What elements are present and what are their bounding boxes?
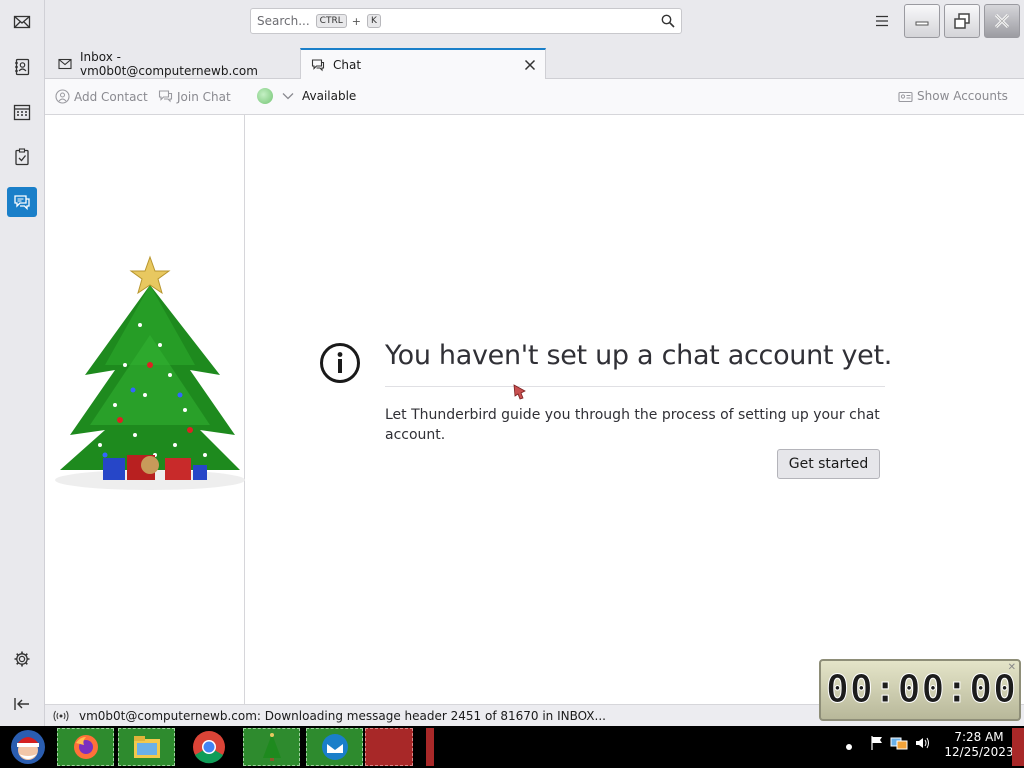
join-chat-button[interactable]: Join Chat	[158, 89, 231, 104]
accounts-icon	[898, 91, 913, 102]
tasks-icon	[15, 148, 29, 166]
shortcut-plus: +	[351, 14, 361, 28]
close-tab-icon[interactable]	[523, 58, 537, 72]
address-book-icon	[15, 58, 30, 76]
status-message: vm0b0t@computernewb.com: Downloading mes…	[79, 708, 606, 723]
tray-indicator	[846, 744, 852, 750]
close-window-button[interactable]	[984, 4, 1020, 38]
add-contact-icon	[55, 89, 70, 104]
collapse-left-icon	[14, 698, 29, 710]
join-chat-icon	[158, 90, 173, 103]
taskbar: 7:28 AM 12/25/2023	[0, 726, 1024, 768]
search-icon[interactable]	[661, 14, 675, 28]
taskbar-firefox[interactable]	[57, 728, 114, 766]
christmas-tree-image	[55, 255, 245, 490]
firefox-icon	[73, 735, 98, 759]
chrome-icon	[192, 731, 225, 764]
taskbar-app-red[interactable]	[365, 728, 413, 766]
timer-display: 00:00:00	[825, 667, 1018, 712]
divider	[385, 386, 885, 387]
search-placeholder: Search...	[257, 14, 310, 28]
network-icon[interactable]	[890, 735, 908, 751]
taskbar-clock[interactable]: 7:28 AM 12/25/2023	[944, 730, 1014, 760]
show-accounts-label: Show Accounts	[917, 89, 1008, 103]
contacts-pane	[45, 115, 245, 704]
clock-date: 12/25/2023	[944, 745, 1014, 759]
status-indicator[interactable]	[257, 88, 273, 104]
info-icon	[320, 343, 360, 383]
tab-inbox-label: Inbox - vm0b0t@computernewb.com	[80, 49, 258, 78]
close-icon	[994, 13, 1010, 29]
chat-icon	[14, 195, 30, 211]
restore-icon	[954, 13, 970, 29]
flag-icon[interactable]	[870, 735, 884, 751]
tab-bar: Inbox - vm0b0t@computernewb.com Chat	[45, 44, 1024, 79]
gear-icon	[14, 651, 30, 667]
start-button[interactable]	[4, 728, 52, 766]
show-accounts-button[interactable]: Show Accounts	[898, 89, 1008, 103]
taskbar-thunderbird[interactable]	[306, 728, 363, 766]
tab-inbox[interactable]: Inbox - vm0b0t@computernewb.com	[48, 48, 298, 79]
chevron-down-icon[interactable]	[282, 91, 294, 101]
tab-chat-label: Chat	[333, 57, 362, 72]
taskbar-christmas-tree[interactable]	[243, 728, 300, 766]
app-menu-icon[interactable]	[874, 13, 890, 29]
volume-icon[interactable]	[914, 735, 930, 751]
clock-time: 7:28 AM	[954, 730, 1004, 744]
chat-main-pane: You haven't set up a chat account yet. L…	[245, 115, 1024, 704]
chat-icon	[311, 58, 325, 72]
shortcut-key-k: K	[366, 14, 381, 28]
add-contact-button[interactable]: Add Contact	[55, 89, 148, 104]
add-contact-label: Add Contact	[74, 89, 148, 104]
restore-button[interactable]	[944, 4, 980, 38]
minimize-icon	[915, 21, 929, 26]
mail-space-button[interactable]	[7, 7, 37, 37]
taskbar-chrome[interactable]	[180, 728, 237, 766]
taskbar-app-red-small[interactable]	[426, 728, 434, 766]
chat-toolbar: Add Contact Join Chat Available Show Acc…	[45, 79, 1024, 115]
title-bar: Search... CTRL + K	[45, 0, 1024, 44]
tree-icon	[262, 733, 281, 761]
thunderbird-icon	[321, 734, 348, 760]
tasks-space-button[interactable]	[7, 142, 37, 172]
mouse-cursor-icon	[513, 384, 526, 400]
mail-icon	[13, 15, 31, 29]
online-status-icon[interactable]	[53, 710, 69, 722]
calendar-space-button[interactable]	[7, 97, 37, 127]
description-text: Let Thunderbird guide you through the pr…	[385, 407, 880, 443]
mail-icon	[58, 57, 72, 71]
shortcut-key-ctrl: CTRL	[315, 14, 347, 28]
calendar-icon	[13, 104, 31, 121]
tab-chat[interactable]: Chat	[300, 48, 546, 79]
spaces-toolbar	[0, 0, 45, 726]
get-started-button[interactable]: Get started	[777, 449, 880, 479]
page-title: You haven't set up a chat account yet.	[385, 340, 893, 371]
status-label[interactable]: Available	[302, 89, 356, 103]
show-desktop-button[interactable]	[1012, 728, 1024, 766]
system-tray	[870, 735, 930, 751]
folder-icon	[133, 736, 160, 758]
address-book-space-button[interactable]	[7, 52, 37, 82]
join-chat-label: Join Chat	[177, 89, 231, 104]
taskbar-file-explorer[interactable]	[118, 728, 175, 766]
settings-button[interactable]	[7, 644, 37, 674]
timer-widget[interactable]: ✕ 00:00:00	[819, 659, 1021, 721]
chat-space-button[interactable]	[7, 187, 37, 217]
minimize-button[interactable]	[904, 4, 940, 38]
search-box[interactable]: Search... CTRL + K	[250, 8, 682, 34]
santa-start-icon	[11, 730, 45, 764]
collapse-spaces-button[interactable]	[7, 689, 37, 719]
